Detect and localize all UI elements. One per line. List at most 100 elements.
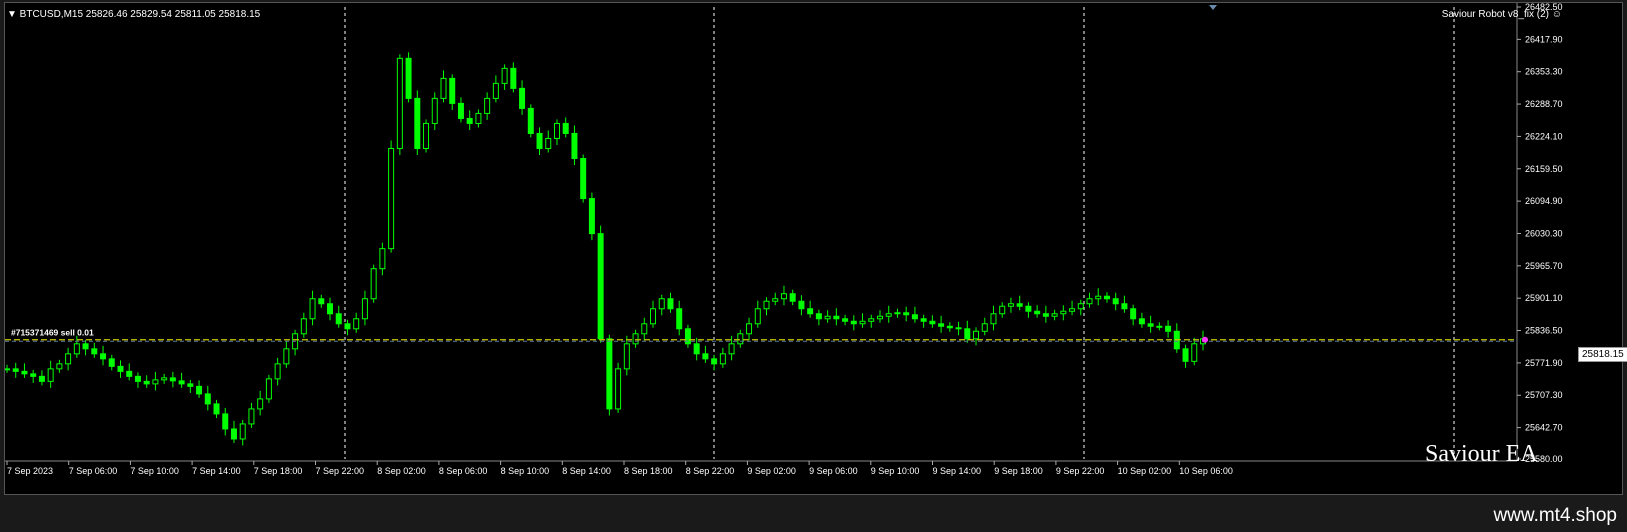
candle-body — [126, 370, 133, 377]
candle-body — [597, 233, 604, 340]
candle-body — [859, 320, 866, 325]
symbol-header: ▼ BTCUSD,M15 25826.46 25829.54 25811.05 … — [7, 9, 261, 20]
candle-body — [327, 303, 334, 315]
candle-body — [475, 112, 482, 124]
candle-body — [1103, 295, 1110, 300]
candle-body — [772, 298, 779, 302]
candle-body — [457, 102, 464, 119]
y-tick-label: 25836.50 — [1525, 326, 1563, 336]
candle-body — [553, 122, 560, 139]
candle-body — [798, 300, 805, 310]
candle-body — [562, 122, 569, 134]
candle-body — [1191, 343, 1198, 362]
candle-body — [449, 77, 456, 104]
candle-body — [353, 318, 360, 330]
candle-body — [431, 97, 438, 124]
candle-body — [885, 313, 892, 317]
x-tick-label: 7 Sep 18:00 — [254, 466, 303, 476]
x-tick-label: 8 Sep 18:00 — [624, 466, 673, 476]
candle-body — [763, 300, 770, 310]
candle-body — [143, 380, 150, 385]
candle-body — [789, 293, 796, 302]
candle-body — [780, 293, 787, 300]
chart-shift-icon — [1209, 5, 1217, 10]
candle-body — [946, 325, 953, 329]
candle-body — [527, 107, 534, 134]
candle-body — [370, 268, 377, 300]
candle-body — [536, 132, 543, 149]
candle-body — [999, 305, 1006, 315]
x-tick-label: 9 Sep 18:00 — [994, 466, 1043, 476]
y-tick-label: 25901.10 — [1525, 293, 1563, 303]
x-tick-label: 9 Sep 10:00 — [871, 466, 920, 476]
candle-body — [5, 368, 10, 371]
candle-body — [248, 408, 255, 425]
candle-body — [667, 298, 674, 310]
candle-body — [56, 363, 63, 370]
candle-body — [824, 315, 831, 320]
y-tick-label: 25965.70 — [1525, 261, 1563, 271]
ea-title-label[interactable]: Saviour Robot v8_fix (2) ☺ — [1442, 9, 1562, 20]
candle-body — [169, 377, 176, 382]
candle-body — [728, 343, 735, 355]
x-tick-label: 7 Sep 22:00 — [316, 466, 365, 476]
candle-body — [676, 308, 683, 330]
candle-body — [990, 313, 997, 325]
chart-window[interactable]: 26482.50 26417.90 26353.30 26288.70 26224.10… — [4, 2, 1627, 495]
candle-body — [318, 298, 325, 305]
current-price-tag: 25818.15 — [1578, 347, 1627, 362]
candle-body — [641, 323, 648, 335]
candle-body — [1147, 323, 1154, 327]
candle-body — [484, 97, 491, 114]
candle-body — [423, 122, 430, 149]
candle-body — [615, 368, 622, 410]
candle-body — [65, 353, 72, 365]
candle-body — [842, 318, 849, 322]
candle-body — [1086, 298, 1093, 305]
order-label: #715371469 sell 0.01 — [11, 328, 94, 338]
y-tick-label: 26417.90 — [1525, 34, 1563, 44]
candle-body — [702, 353, 709, 360]
candle-body — [1121, 303, 1128, 310]
candle-body — [1077, 303, 1084, 310]
x-tick-label: 9 Sep 02:00 — [747, 466, 796, 476]
candle-body — [344, 323, 351, 330]
y-tick-label: 26288.70 — [1525, 99, 1563, 109]
candle-body — [746, 323, 753, 335]
x-tick-label: 7 Sep 10:00 — [130, 466, 179, 476]
candle-body — [274, 363, 281, 380]
candle-body — [658, 298, 665, 310]
candle-body — [335, 313, 342, 325]
candle-body — [47, 368, 54, 382]
x-tick-label: 8 Sep 14:00 — [562, 466, 611, 476]
candle-body — [117, 365, 124, 372]
candle-body — [396, 57, 403, 149]
candle-body — [1060, 310, 1067, 315]
y-tick-label: 26353.30 — [1525, 67, 1563, 77]
candle-body — [876, 315, 883, 320]
candle-body — [230, 428, 237, 440]
candle-body — [929, 320, 936, 325]
candle-body — [265, 378, 272, 400]
candle-body — [388, 147, 395, 250]
candle-body — [650, 308, 657, 325]
candle-body — [38, 375, 45, 382]
candle-body — [108, 358, 115, 367]
candle-body — [1095, 295, 1102, 300]
x-tick-label: 8 Sep 10:00 — [501, 466, 550, 476]
price-chart[interactable]: 26482.5026417.9026353.3026288.7026224.10… — [5, 3, 1622, 494]
candle-body — [1182, 348, 1189, 362]
candle-body — [300, 318, 307, 335]
candle-body — [1112, 298, 1119, 305]
candle-body — [571, 132, 578, 160]
x-tick-label: 8 Sep 02:00 — [377, 466, 426, 476]
y-tick-label: 26159.50 — [1525, 164, 1563, 174]
candle-body — [807, 308, 814, 315]
y-tick-label: 26094.90 — [1525, 196, 1563, 206]
candle-body — [440, 77, 447, 99]
x-tick-label: 8 Sep 06:00 — [439, 466, 488, 476]
candle-body — [815, 313, 822, 320]
candle-body — [187, 383, 194, 387]
candle-body — [1156, 325, 1163, 328]
x-tick-label: 9 Sep 06:00 — [809, 466, 858, 476]
